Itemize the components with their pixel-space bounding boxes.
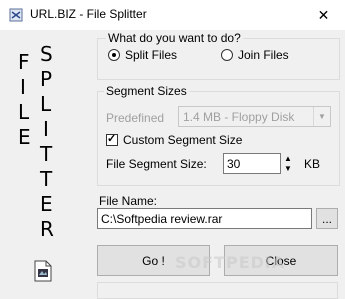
segment-sizes-title: Segment Sizes — [104, 84, 189, 98]
file-document-icon — [34, 260, 52, 282]
segment-size-input[interactable]: 30 — [223, 153, 281, 174]
segment-size-label: File Segment Size: — [106, 157, 207, 171]
go-label: Go ! — [142, 253, 165, 268]
app-icon — [9, 8, 23, 22]
window-title: URL.BIZ - File Splitter — [30, 7, 147, 21]
browse-label: ... — [321, 211, 332, 226]
close-button[interactable]: Close — [224, 245, 338, 276]
join-files-label: Join Files — [238, 48, 289, 62]
banner-letter: R — [40, 217, 54, 241]
banner-letter: S — [40, 42, 53, 66]
unit-label: KB — [304, 157, 321, 171]
mode-group-title: What do you want to do? — [106, 31, 243, 45]
client-area: F I L E S P L I T T E R What do you want… — [0, 30, 345, 299]
spin-up-icon[interactable]: ▲ — [281, 153, 295, 164]
chevron-down-icon: ▼ — [313, 107, 330, 126]
close-window-button[interactable]: ✕ — [302, 0, 345, 30]
banner-letter: E — [40, 192, 53, 216]
banner-letter: P — [40, 67, 53, 91]
custom-segment-label: Custom Segment Size — [123, 133, 243, 147]
segment-size-spinner[interactable]: ▲ ▼ — [281, 153, 295, 174]
title-bar: URL.BIZ - File Splitter ✕ — [0, 0, 345, 30]
close-icon: ✕ — [317, 6, 330, 23]
segment-size-value: 30 — [227, 157, 241, 171]
banner-letter: L — [18, 100, 30, 124]
banner-letter: I — [20, 75, 26, 99]
banner-letter: T — [40, 142, 53, 166]
spin-down-icon[interactable]: ▼ — [281, 164, 295, 175]
close-label: Close — [265, 253, 297, 268]
banner-letter: L — [40, 92, 52, 116]
join-files-radio[interactable]: Join Files — [221, 48, 289, 62]
split-files-radio[interactable]: Split Files — [108, 48, 177, 62]
file-name-value: C:\Softpedia review.rar — [101, 212, 223, 226]
radio-indicator — [108, 49, 120, 61]
file-name-label: File Name: — [99, 194, 158, 208]
file-name-input[interactable]: C:\Softpedia review.rar — [97, 208, 312, 229]
go-button[interactable]: Go ! — [97, 245, 210, 276]
banner-letter: T — [40, 167, 53, 191]
predefined-label: Predefined — [106, 111, 165, 125]
banner-letter: F — [18, 50, 30, 74]
radio-indicator — [221, 49, 233, 61]
browse-button[interactable]: ... — [316, 208, 338, 229]
banner-letter: I — [43, 117, 49, 141]
predefined-select[interactable]: 1.4 MB - Floppy Disk ▼ — [178, 106, 331, 127]
progress-bar — [97, 282, 338, 299]
custom-segment-checkbox[interactable] — [106, 132, 118, 146]
banner-letter: E — [18, 125, 31, 149]
split-files-label: Split Files — [125, 48, 178, 62]
predefined-value: 1.4 MB - Floppy Disk — [183, 110, 295, 124]
